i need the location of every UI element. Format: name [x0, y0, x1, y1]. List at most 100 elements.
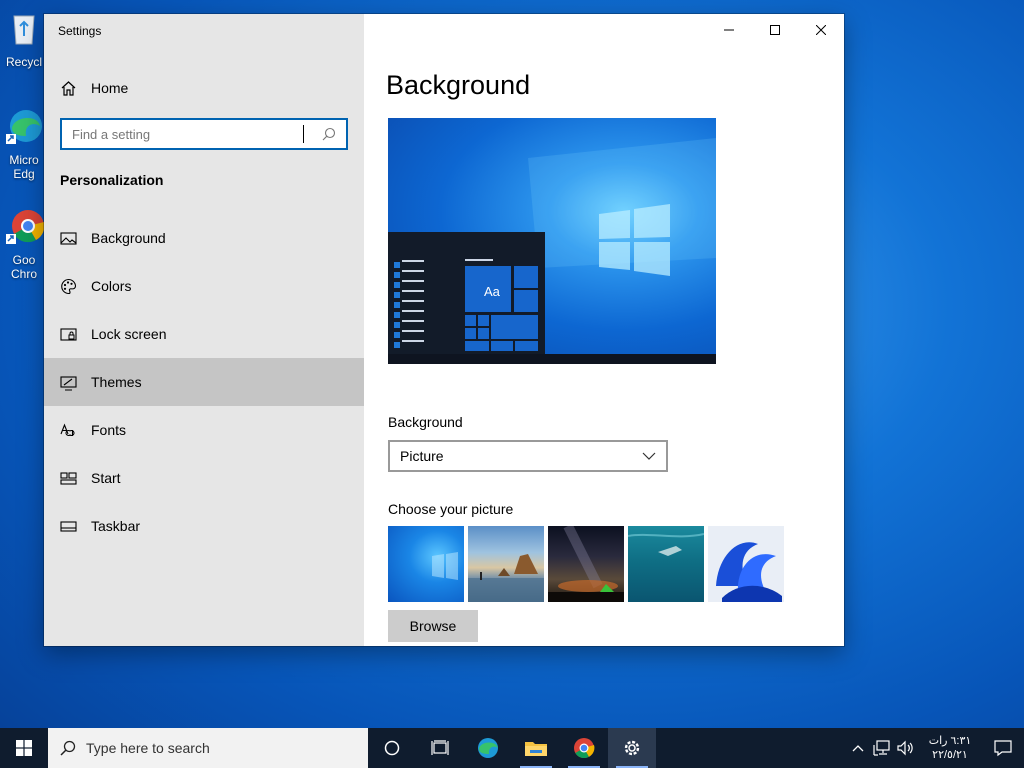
thumbnail-beach-rocks[interactable] [468, 526, 544, 602]
close-button[interactable] [798, 14, 844, 46]
desktop-icon-label: Recycl [5, 55, 42, 69]
sidebar-item-themes[interactable]: Themes [44, 358, 364, 406]
sidebar-item-taskbar[interactable]: Taskbar [44, 502, 364, 550]
minimize-button[interactable] [706, 14, 752, 46]
themes-icon [60, 375, 77, 391]
chrome-icon [574, 738, 595, 759]
fonts-icon [60, 422, 75, 436]
taskbar-settings-button[interactable] [608, 728, 656, 768]
night-sky-image [548, 526, 624, 602]
system-tray: ٦:٣١ رات ٢٢/٥/٢١ [846, 728, 1024, 768]
blue-bloom-image [716, 542, 782, 602]
desktop-icon-edge[interactable]: Micro Edg [0, 106, 48, 181]
sidebar-item-label: Colors [91, 278, 132, 294]
chevron-up-icon [852, 745, 864, 752]
search-icon [322, 127, 336, 141]
background-type-dropdown[interactable]: Picture [388, 440, 668, 472]
picture-icon [60, 231, 77, 245]
sidebar-item-label: Lock screen [91, 326, 167, 342]
preview-sample-text: Aa [484, 284, 500, 299]
sidebar-item-fonts[interactable]: Fonts [44, 406, 364, 454]
sidebar-item-lock-screen[interactable]: Lock screen [44, 310, 364, 358]
sidebar-item-label: Fonts [91, 422, 127, 438]
show-hidden-icons-button[interactable] [846, 728, 870, 768]
palette-icon [61, 278, 77, 294]
nav-list: Background Colors Lock screen Themes Fon… [44, 214, 364, 550]
page-title: Background [386, 70, 531, 100]
start-button[interactable] [0, 728, 48, 768]
dropdown-value: Picture [400, 448, 444, 464]
preview-start-tiles [394, 259, 538, 351]
beach-rocks-image [468, 554, 544, 602]
home-icon [61, 80, 76, 96]
taskbar-search-box[interactable]: Type here to search [48, 728, 368, 768]
desktop-icon-label: Micro [9, 153, 39, 167]
taskbar-search-placeholder: Type here to search [86, 740, 210, 756]
choose-picture-label: Choose your picture [388, 501, 514, 517]
recycle-bin-icon [13, 15, 35, 45]
sidebar-item-start[interactable]: Start [44, 454, 364, 502]
volume-button[interactable] [894, 728, 918, 768]
maximize-button[interactable] [752, 14, 798, 46]
notification-icon [994, 740, 1012, 757]
desktop-icon-label: Chro [10, 267, 37, 281]
close-icon [816, 25, 826, 35]
sidebar-item-label: Taskbar [91, 518, 141, 534]
taskbar-icon [60, 520, 77, 532]
thumbnail-night-sky[interactable] [548, 526, 624, 602]
search-input[interactable] [72, 126, 303, 142]
background-type-label: Background [388, 414, 463, 430]
cortana-icon [384, 740, 400, 756]
clock-date: ٢٢/٥/٢١ [932, 749, 968, 761]
network-icon [873, 740, 890, 756]
task-view-button[interactable] [416, 728, 464, 768]
lock-screen-icon [60, 327, 77, 341]
preview-taskbar [388, 354, 716, 364]
folder-icon [525, 742, 547, 756]
windows-logo-icon [432, 552, 458, 580]
thumbnail-blue-bloom[interactable] [708, 526, 784, 602]
window-controls [706, 14, 844, 46]
window-title: Settings [58, 24, 102, 38]
thumbnail-windows-blue[interactable] [388, 526, 464, 602]
speaker-icon [897, 740, 913, 756]
taskbar-edge-button[interactable] [464, 728, 512, 768]
sidebar-item-background[interactable]: Background [44, 214, 364, 262]
taskbar: Type here to search ٦:٣١ رات ٢٢/٥/٢١ [0, 728, 1024, 768]
background-preview: Aa [388, 118, 716, 364]
content-pane: Background Aa Background Picture Choose … [364, 14, 844, 646]
taskbar-chrome-button[interactable] [560, 728, 608, 768]
sidebar-item-colors[interactable]: Colors [44, 262, 364, 310]
sidebar: Settings Home Personalization Background [44, 14, 364, 646]
preview-start-menu [388, 232, 545, 354]
cortana-button[interactable] [368, 728, 416, 768]
task-view-icon [431, 740, 449, 755]
minimize-icon [724, 29, 734, 31]
network-button[interactable] [870, 728, 894, 768]
underwater-image [628, 533, 704, 556]
browse-button[interactable]: Browse [388, 610, 478, 642]
desktop-icon-label: Edg [13, 167, 35, 181]
section-heading: Personalization [60, 172, 164, 188]
sidebar-item-label: Background [91, 230, 166, 246]
picture-thumbnails [388, 526, 784, 602]
edge-icon [6, 110, 42, 144]
search-box[interactable] [60, 118, 348, 150]
maximize-icon [770, 25, 780, 35]
desktop-icon-chrome[interactable]: Goo Chro [0, 206, 48, 281]
clock[interactable]: ٦:٣١ رات ٢٢/٥/٢١ [924, 734, 976, 762]
edge-icon [478, 738, 498, 758]
windows-start-icon [16, 740, 32, 756]
action-center-button[interactable] [982, 728, 1024, 768]
sidebar-item-label: Themes [91, 374, 142, 390]
start-icon [60, 471, 77, 485]
thumbnail-underwater[interactable] [628, 526, 704, 602]
chrome-icon [6, 210, 45, 244]
desktop-icon-recycle-bin[interactable]: Recycl [0, 8, 48, 69]
clock-time: ٦:٣١ رات [928, 735, 972, 747]
chevron-down-icon [642, 452, 656, 460]
taskbar-file-explorer-button[interactable] [512, 728, 560, 768]
home-label: Home [91, 80, 129, 96]
home-link[interactable]: Home [60, 77, 128, 99]
text-cursor [303, 125, 304, 143]
